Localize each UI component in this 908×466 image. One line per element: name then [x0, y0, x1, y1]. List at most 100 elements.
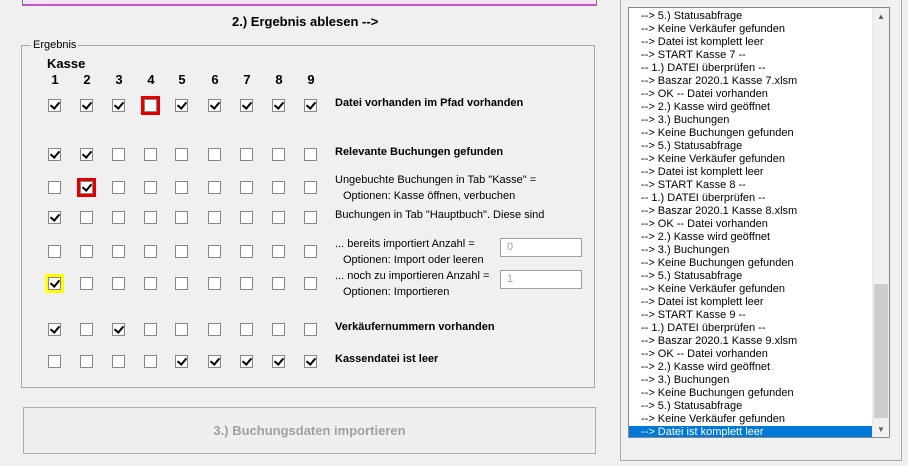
- checkbox-kasse-5-row-2[interactable]: [175, 148, 188, 161]
- log-item[interactable]: --> 3.) Buchungen: [629, 114, 873, 127]
- checkbox-kasse-4-row-6[interactable]: [144, 277, 157, 290]
- log-item[interactable]: --> Baszar 2020.1 Kasse 8.xlsm: [629, 205, 873, 218]
- checkbox-kasse-8-row-6[interactable]: [272, 277, 285, 290]
- log-item[interactable]: --> Datei ist komplett leer: [629, 36, 873, 49]
- checkbox-kasse-1-row-2[interactable]: [48, 148, 61, 161]
- checkbox-kasse-7-row-8[interactable]: [240, 355, 253, 368]
- checkbox-kasse-5-row-6[interactable]: [175, 277, 188, 290]
- checkbox-kasse-9-row-5[interactable]: [304, 245, 317, 258]
- log-item[interactable]: --> OK -- Datei vorhanden: [629, 88, 873, 101]
- checkbox-kasse-1-row-4[interactable]: [48, 211, 61, 224]
- log-item[interactable]: --> Keine Buchungen gefunden: [629, 127, 873, 140]
- log-item[interactable]: --> START Kasse 9 --: [629, 309, 873, 322]
- log-item[interactable]: -- 1.) DATEI überprüfen --: [629, 192, 873, 205]
- log-scrollbar[interactable]: ▲ ▼: [872, 8, 889, 437]
- log-item[interactable]: --> 5.) Statusabfrage: [629, 270, 873, 283]
- checkbox-kasse-1-row-1[interactable]: [48, 99, 61, 112]
- count-field-6[interactable]: 1: [500, 270, 582, 289]
- log-item[interactable]: -- 1.) DATEI überprüfen --: [629, 322, 873, 335]
- log-item[interactable]: --> Keine Buchungen gefunden: [629, 257, 873, 270]
- log-item[interactable]: --> Baszar 2020.1 Kasse 7.xlsm: [629, 75, 873, 88]
- checkbox-kasse-8-row-3[interactable]: [272, 181, 285, 194]
- checkbox-kasse-6-row-7[interactable]: [208, 323, 221, 336]
- checkbox-kasse-4-row-4[interactable]: [144, 211, 157, 224]
- checkbox-kasse-5-row-3[interactable]: [175, 181, 188, 194]
- log-item[interactable]: --> 2.) Kasse wird geöffnet: [629, 231, 873, 244]
- checkbox-kasse-3-row-8[interactable]: [112, 355, 125, 368]
- checkbox-kasse-1-row-5[interactable]: [48, 245, 61, 258]
- scroll-up-icon[interactable]: ▲: [873, 8, 889, 24]
- checkbox-kasse-7-row-5[interactable]: [240, 245, 253, 258]
- checkbox-kasse-2-row-3[interactable]: [77, 178, 96, 197]
- checkbox-kasse-5-row-5[interactable]: [175, 245, 188, 258]
- log-item[interactable]: --> Keine Verkäufer gefunden: [629, 23, 873, 36]
- log-item[interactable]: --> 5.) Statusabfrage: [629, 140, 873, 153]
- log-item[interactable]: --> 3.) Buchungen: [629, 374, 873, 387]
- log-item[interactable]: --> Datei ist komplett leer: [629, 426, 873, 437]
- log-item[interactable]: --> 2.) Kasse wird geöffnet: [629, 101, 873, 114]
- log-item[interactable]: -- 1.) DATEI überprüfen --: [629, 62, 873, 75]
- checkbox-kasse-2-row-5[interactable]: [80, 245, 93, 258]
- checkbox-kasse-2-row-4[interactable]: [80, 211, 93, 224]
- checkbox-kasse-2-row-2[interactable]: [80, 148, 93, 161]
- log-item[interactable]: --> Keine Verkäufer gefunden: [629, 153, 873, 166]
- checkbox-kasse-8-row-5[interactable]: [272, 245, 285, 258]
- checkbox-kasse-4-row-7[interactable]: [144, 323, 157, 336]
- checkbox-kasse-2-row-6[interactable]: [80, 277, 93, 290]
- log-item[interactable]: --> OK -- Datei vorhanden: [629, 218, 873, 231]
- log-item[interactable]: --> START Kasse 7 --: [629, 49, 873, 62]
- checkbox-kasse-9-row-8[interactable]: [304, 355, 317, 368]
- checkbox-kasse-6-row-1[interactable]: [208, 99, 221, 112]
- checkbox-kasse-2-row-8[interactable]: [80, 355, 93, 368]
- checkbox-kasse-5-row-7[interactable]: [175, 323, 188, 336]
- checkbox-kasse-3-row-5[interactable]: [112, 245, 125, 258]
- checkbox-kasse-2-row-7[interactable]: [80, 323, 93, 336]
- log-item[interactable]: --> OK -- Datei vorhanden: [629, 348, 873, 361]
- log-item[interactable]: --> 5.) Statusabfrage: [629, 10, 873, 23]
- checkbox-kasse-6-row-6[interactable]: [208, 277, 221, 290]
- checkbox-kasse-4-row-8[interactable]: [144, 355, 157, 368]
- checkbox-kasse-3-row-1[interactable]: [112, 99, 125, 112]
- checkbox-kasse-3-row-6[interactable]: [112, 277, 125, 290]
- log-item[interactable]: --> Baszar 2020.1 Kasse 9.xlsm: [629, 335, 873, 348]
- log-item[interactable]: --> START Kasse 8 --: [629, 179, 873, 192]
- log-item[interactable]: --> 3.) Buchungen: [629, 244, 873, 257]
- top-button-edge[interactable]: [22, 0, 597, 6]
- checkbox-kasse-7-row-7[interactable]: [240, 323, 253, 336]
- log-item[interactable]: --> Keine Verkäufer gefunden: [629, 413, 873, 426]
- checkbox-kasse-1-row-7[interactable]: [48, 323, 61, 336]
- checkbox-kasse-5-row-8[interactable]: [175, 355, 188, 368]
- checkbox-kasse-8-row-2[interactable]: [272, 148, 285, 161]
- log-item[interactable]: --> Datei ist komplett leer: [629, 166, 873, 179]
- checkbox-kasse-1-row-6[interactable]: [45, 274, 64, 293]
- checkbox-kasse-6-row-8[interactable]: [208, 355, 221, 368]
- checkbox-kasse-4-row-3[interactable]: [144, 181, 157, 194]
- checkbox-kasse-1-row-8[interactable]: [48, 355, 61, 368]
- checkbox-kasse-3-row-2[interactable]: [112, 148, 125, 161]
- checkbox-kasse-6-row-4[interactable]: [208, 211, 221, 224]
- count-field-5[interactable]: 0: [500, 238, 582, 257]
- scroll-thumb[interactable]: [874, 284, 888, 418]
- checkbox-kasse-5-row-1[interactable]: [175, 99, 188, 112]
- checkbox-kasse-6-row-3[interactable]: [208, 181, 221, 194]
- checkbox-kasse-1-row-3[interactable]: [48, 181, 61, 194]
- checkbox-kasse-6-row-2[interactable]: [208, 148, 221, 161]
- checkbox-kasse-8-row-4[interactable]: [272, 211, 285, 224]
- checkbox-kasse-9-row-4[interactable]: [304, 211, 317, 224]
- log-item[interactable]: --> Datei ist komplett leer: [629, 296, 873, 309]
- checkbox-kasse-9-row-2[interactable]: [304, 148, 317, 161]
- checkbox-kasse-3-row-7[interactable]: [112, 323, 125, 336]
- checkbox-kasse-2-row-1[interactable]: [80, 99, 93, 112]
- checkbox-kasse-3-row-3[interactable]: [112, 181, 125, 194]
- checkbox-kasse-3-row-4[interactable]: [112, 211, 125, 224]
- checkbox-kasse-7-row-3[interactable]: [240, 181, 253, 194]
- checkbox-kasse-9-row-3[interactable]: [304, 181, 317, 194]
- checkbox-kasse-4-row-2[interactable]: [144, 148, 157, 161]
- log-item[interactable]: --> Keine Buchungen gefunden: [629, 387, 873, 400]
- checkbox-kasse-9-row-6[interactable]: [304, 277, 317, 290]
- checkbox-kasse-8-row-8[interactable]: [272, 355, 285, 368]
- checkbox-kasse-7-row-2[interactable]: [240, 148, 253, 161]
- log-item[interactable]: --> 2.) Kasse wird geöffnet: [629, 361, 873, 374]
- checkbox-kasse-7-row-6[interactable]: [240, 277, 253, 290]
- log-item[interactable]: --> 5.) Statusabfrage: [629, 400, 873, 413]
